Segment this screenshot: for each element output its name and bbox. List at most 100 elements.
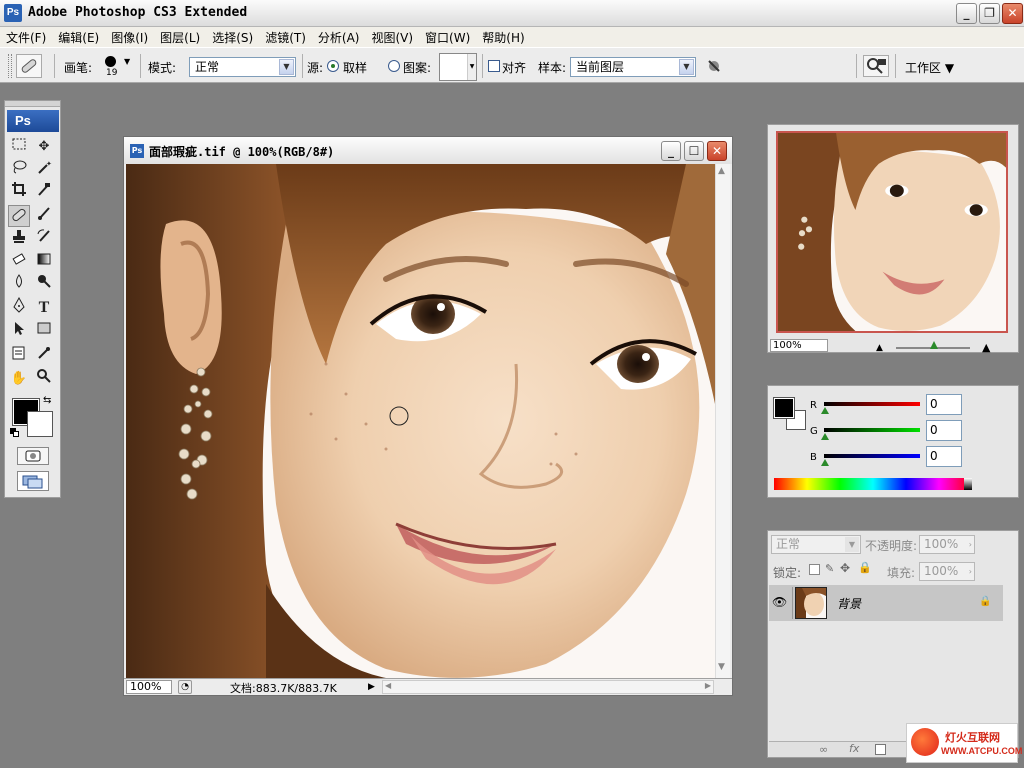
status-menu-arrow-icon[interactable]: ▶: [368, 680, 380, 694]
opacity-field[interactable]: 100% ›: [919, 535, 975, 554]
lock-position-icon[interactable]: ✥: [840, 561, 850, 575]
sample-select[interactable]: 当前图层 ▼: [570, 57, 696, 77]
default-colors-icon[interactable]: [10, 428, 20, 438]
healing-brush-tool-icon[interactable]: [8, 205, 30, 227]
menu-window[interactable]: 窗口(W): [425, 29, 470, 46]
hand-tool-icon[interactable]: ✋: [8, 368, 30, 390]
photoshop-app-icon[interactable]: Ps: [4, 4, 22, 22]
link-layers-icon[interactable]: ∞: [819, 743, 828, 756]
gradient-tool-icon[interactable]: [33, 251, 55, 273]
scroll-right-icon[interactable]: ▶: [705, 681, 711, 690]
fill-field[interactable]: 100% ›: [919, 562, 975, 581]
menu-help[interactable]: 帮助(H): [482, 29, 524, 46]
navigator-preview[interactable]: [776, 131, 1008, 333]
lasso-tool-icon[interactable]: [8, 159, 30, 181]
navigator-zoom-slider-thumb[interactable]: [930, 341, 938, 349]
zoom-out-icon[interactable]: ▲: [876, 343, 883, 353]
rectangle-tool-icon[interactable]: [33, 320, 55, 342]
bridge-button[interactable]: [863, 55, 889, 77]
tool-preset-picker[interactable]: [16, 54, 42, 78]
close-button[interactable]: ✕: [1002, 3, 1023, 24]
green-slider-thumb[interactable]: [821, 433, 829, 440]
watermark-name: 灯火互联网: [945, 731, 1000, 744]
menu-edit[interactable]: 编辑(E): [58, 29, 99, 46]
menu-view[interactable]: 视图(V): [371, 29, 413, 46]
brush-picker[interactable]: 19 ▼: [101, 54, 135, 80]
blend-mode-select[interactable]: 正常 ▼: [771, 535, 861, 554]
doc-minimize-button[interactable]: _: [661, 141, 681, 161]
pattern-picker[interactable]: ▼: [439, 53, 477, 81]
doc-maximize-button[interactable]: ☐: [684, 141, 704, 161]
color-ramp[interactable]: [774, 478, 972, 490]
red-slider-track[interactable]: [824, 402, 920, 406]
eyedropper-tool-icon[interactable]: [33, 345, 55, 367]
lock-image-pixels-icon[interactable]: ✎: [825, 562, 834, 575]
toolbox-logo[interactable]: Ps: [7, 110, 59, 132]
lock-transparent-pixels-icon[interactable]: [809, 564, 820, 575]
menu-filter[interactable]: 滤镜(T): [265, 29, 306, 46]
layer-thumbnail[interactable]: [795, 587, 827, 619]
toolbox-grip[interactable]: [5, 101, 60, 107]
scroll-down-icon[interactable]: ▼: [718, 662, 725, 672]
color-ramp-bw[interactable]: [964, 478, 972, 490]
eraser-tool-icon[interactable]: [8, 251, 30, 273]
menu-image[interactable]: 图像(I): [111, 29, 148, 46]
marquee-tool-icon[interactable]: [8, 136, 30, 158]
quick-mask-button[interactable]: [17, 447, 49, 465]
menu-file[interactable]: 文件(F): [6, 29, 46, 46]
blue-slider-track[interactable]: [824, 454, 920, 458]
image-canvas[interactable]: [126, 164, 715, 678]
zoom-tool-icon[interactable]: [33, 368, 55, 390]
doc-close-button[interactable]: ✕: [707, 141, 727, 161]
move-tool-icon[interactable]: ✥: [33, 136, 55, 158]
add-mask-icon[interactable]: [875, 744, 886, 755]
swap-colors-icon[interactable]: ⇆: [43, 395, 51, 406]
aligned-checkbox[interactable]: [488, 60, 500, 72]
color-panel-foreground-swatch[interactable]: [773, 397, 795, 419]
blur-tool-icon[interactable]: [8, 273, 30, 295]
green-value-field[interactable]: 0: [926, 420, 962, 441]
path-selection-tool-icon[interactable]: [8, 320, 30, 342]
clone-stamp-tool-icon[interactable]: [8, 228, 30, 250]
source-sampled-radio[interactable]: [327, 60, 339, 72]
options-bar-grip[interactable]: [8, 54, 12, 78]
menu-select[interactable]: 选择(S): [212, 29, 253, 46]
ignore-adjustment-layers-icon[interactable]: [706, 58, 722, 74]
pen-tool-icon[interactable]: [8, 296, 30, 319]
screen-mode-button[interactable]: [17, 471, 49, 491]
horizontal-scrollbar[interactable]: ◀ ▶: [382, 680, 714, 694]
history-brush-tool-icon[interactable]: [33, 228, 55, 250]
status-info-icon[interactable]: ◔: [178, 680, 192, 694]
type-tool-icon[interactable]: T: [33, 297, 55, 319]
red-value-field[interactable]: 0: [926, 394, 962, 415]
slice-tool-icon[interactable]: [33, 181, 55, 203]
document-title-bar[interactable]: Ps 面部瑕疵.tif @ 100%(RGB/8#) _ ☐ ✕: [124, 137, 732, 164]
red-slider-thumb[interactable]: [821, 407, 829, 414]
scroll-left-icon[interactable]: ◀: [385, 681, 391, 690]
workspace-menu-button[interactable]: 工作区 ▼: [905, 59, 954, 76]
green-slider-track[interactable]: [824, 428, 920, 432]
lock-all-icon[interactable]: 🔒: [858, 561, 872, 574]
background-color-swatch[interactable]: [27, 411, 53, 437]
menu-analysis[interactable]: 分析(A): [318, 29, 360, 46]
dodge-tool-icon[interactable]: [33, 273, 55, 295]
blue-slider-thumb[interactable]: [821, 459, 829, 466]
minimize-button[interactable]: _: [956, 3, 977, 24]
layer-style-fx-icon[interactable]: fx: [849, 742, 859, 755]
magic-wand-tool-icon[interactable]: ✦: [33, 159, 55, 181]
vertical-scrollbar[interactable]: ▲ ▼: [715, 164, 730, 678]
layer-visibility-eye-icon[interactable]: 👁: [772, 595, 788, 609]
restore-button[interactable]: ❐: [979, 3, 1000, 24]
mode-select[interactable]: 正常 ▼: [189, 57, 296, 77]
source-pattern-radio[interactable]: [388, 60, 400, 72]
zoom-field[interactable]: 100%: [126, 680, 172, 694]
zoom-in-icon[interactable]: ▲: [982, 341, 990, 354]
blue-value-field[interactable]: 0: [926, 446, 962, 467]
menu-layer[interactable]: 图层(L): [160, 29, 200, 46]
layer-row[interactable]: 👁 背景 🔒: [769, 585, 1003, 621]
brush-tool-icon[interactable]: [33, 205, 55, 227]
notes-tool-icon[interactable]: [8, 345, 30, 367]
crop-tool-icon[interactable]: [8, 181, 30, 203]
navigator-zoom-field[interactable]: 100%: [770, 339, 828, 352]
scroll-up-icon[interactable]: ▲: [718, 166, 725, 176]
